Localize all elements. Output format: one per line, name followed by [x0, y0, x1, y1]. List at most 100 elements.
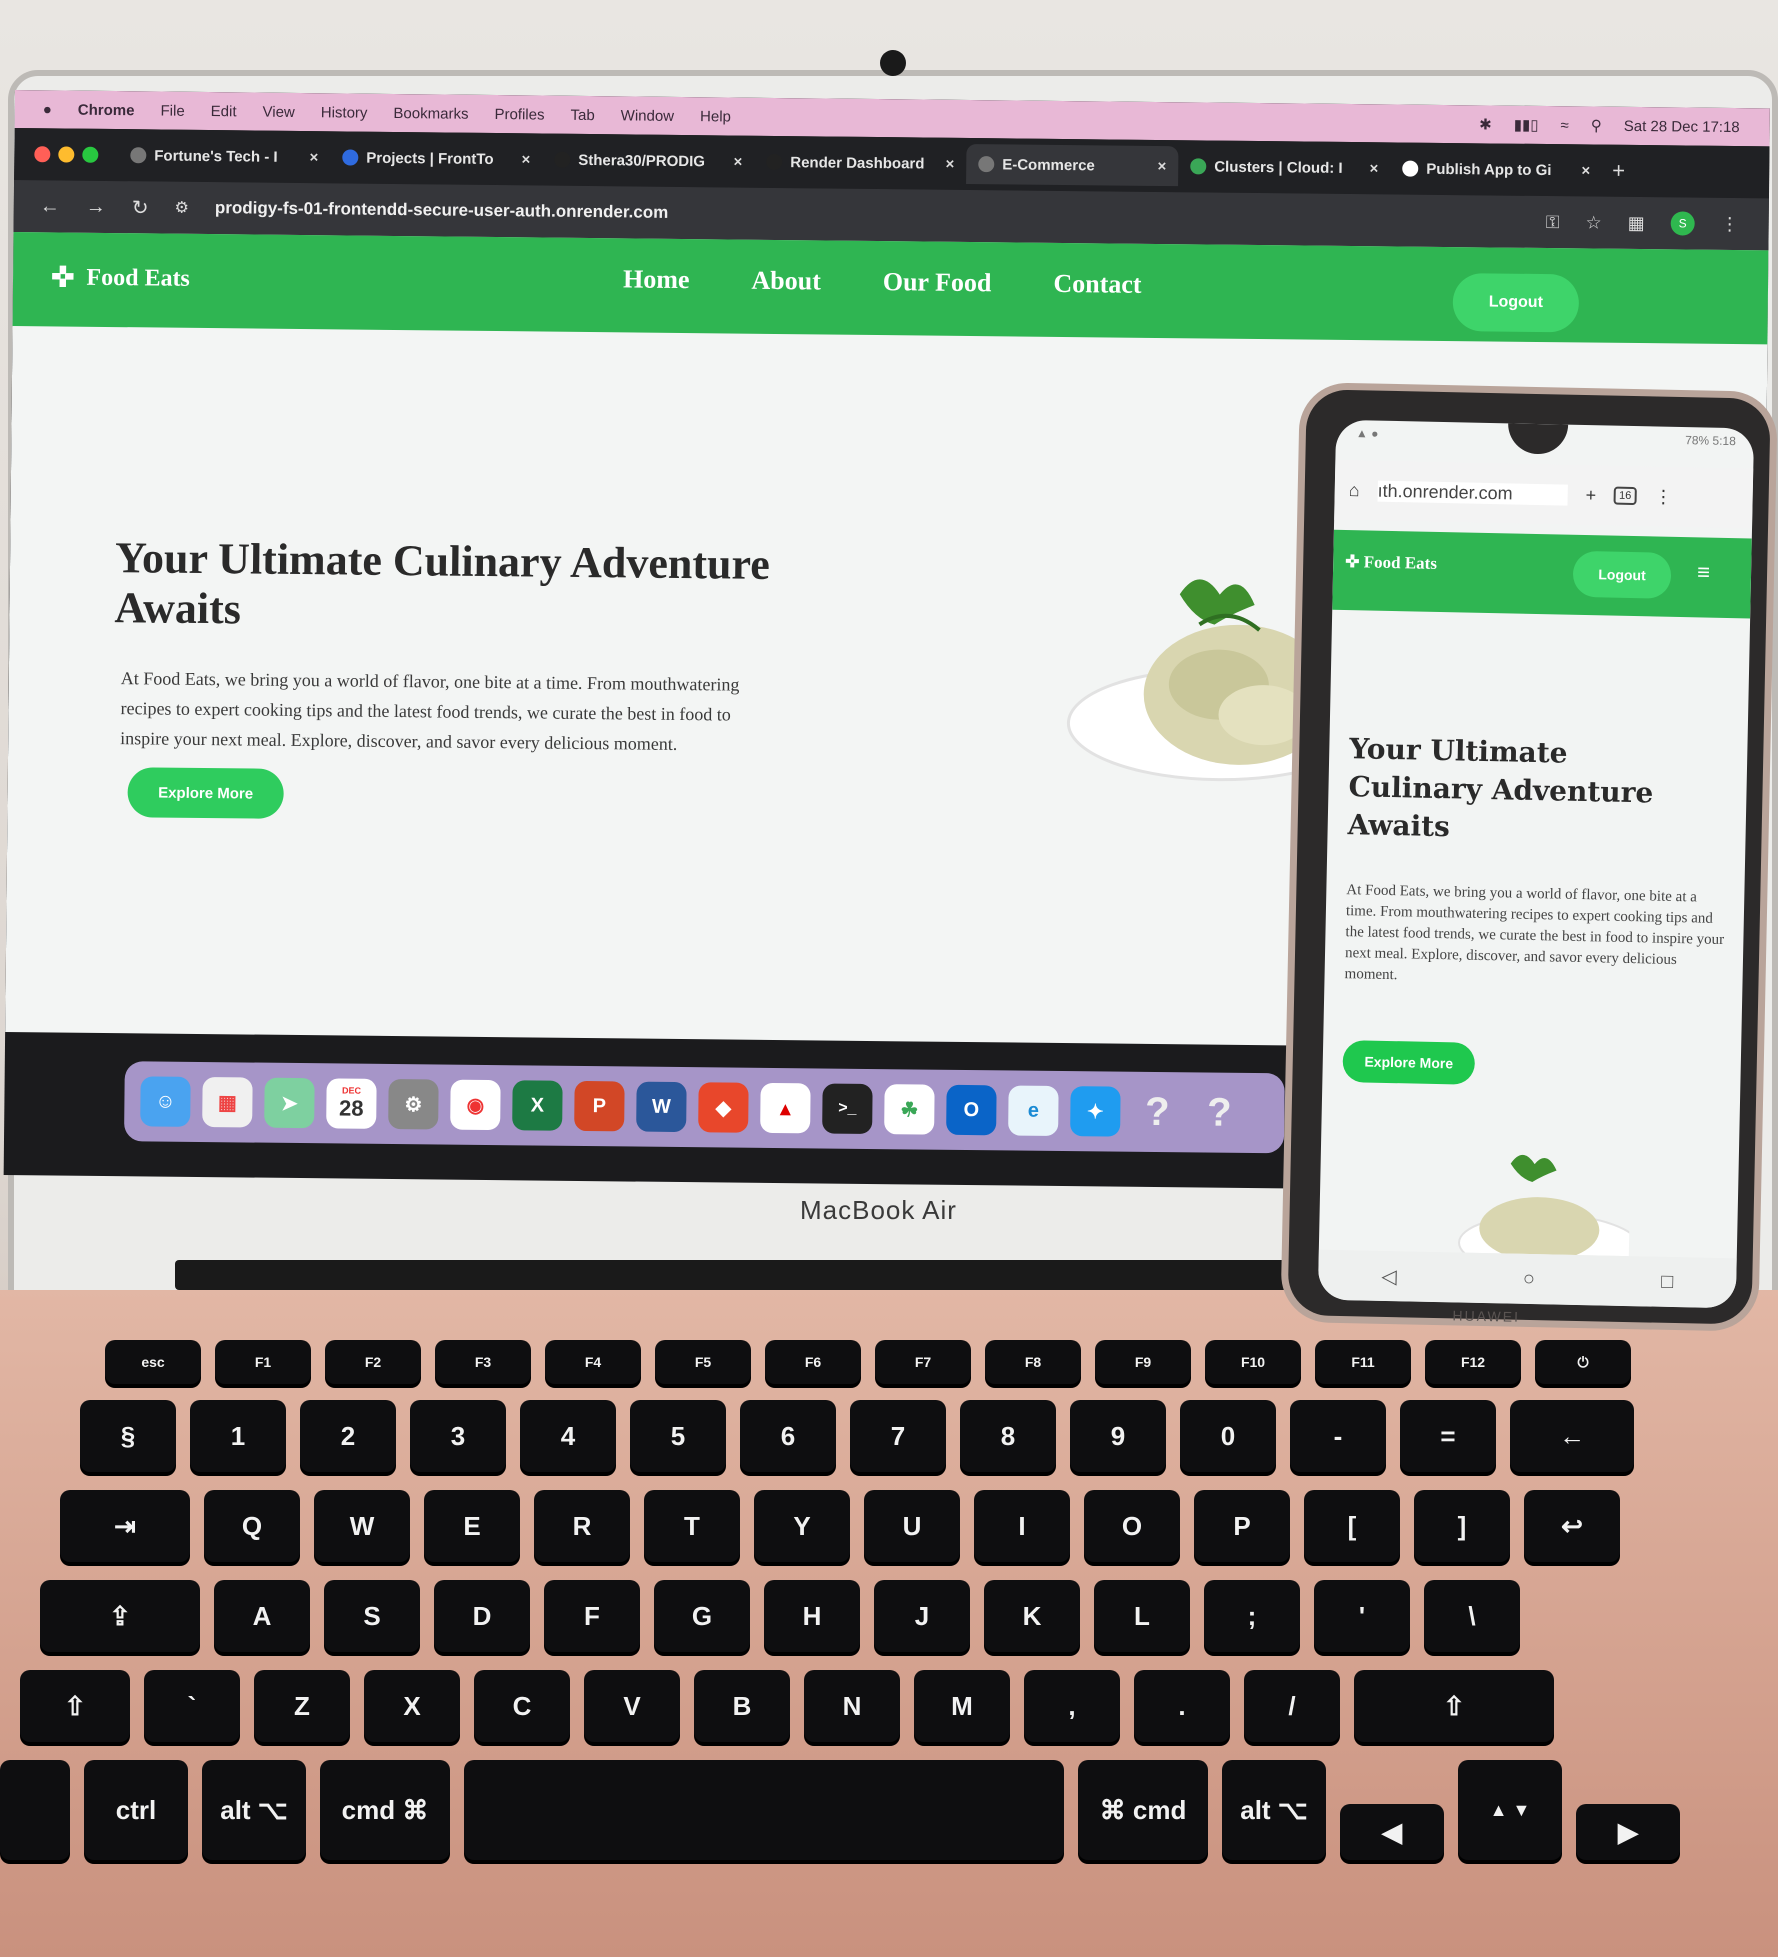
home-icon[interactable]: ⌂ [1349, 480, 1360, 501]
site-logo[interactable]: ✜ Food Eats [51, 260, 190, 295]
nav-about[interactable]: About [751, 266, 821, 297]
close-tab-icon[interactable]: × [945, 155, 954, 172]
new-tab-icon[interactable]: + [1612, 158, 1625, 184]
key[interactable]: O [1084, 1490, 1180, 1562]
key[interactable]: L [1094, 1580, 1190, 1652]
mongodb-compass-icon[interactable]: ☘ [884, 1084, 935, 1135]
spotlight-icon[interactable]: ⚲ [1591, 117, 1602, 135]
key[interactable]: I [974, 1490, 1070, 1562]
key[interactable]: E [424, 1490, 520, 1562]
key[interactable]: P [1194, 1490, 1290, 1562]
system-settings-icon[interactable]: ⚙ [388, 1078, 439, 1130]
ctrl-key[interactable]: ctrl [84, 1760, 188, 1860]
bookmark-star-icon[interactable]: ☆ [1585, 212, 1601, 233]
key[interactable]: § [80, 1400, 176, 1472]
key[interactable]: 8 [960, 1400, 1056, 1472]
menu-chrome[interactable]: Chrome [78, 101, 135, 119]
key[interactable]: 1 [190, 1400, 286, 1472]
key-icon[interactable]: ⚿ [1546, 212, 1560, 233]
key[interactable]: 4 [520, 1400, 616, 1472]
key[interactable]: T [644, 1490, 740, 1562]
key[interactable]: H [764, 1580, 860, 1652]
key[interactable]: V [584, 1670, 680, 1742]
close-tab-icon[interactable]: × [1157, 157, 1166, 174]
forward-icon[interactable]: → [86, 195, 106, 218]
key[interactable]: 0 [1180, 1400, 1276, 1472]
browser-tab[interactable]: Clusters | Cloud: I × [1178, 146, 1390, 188]
key[interactable]: - [1290, 1400, 1386, 1472]
key[interactable]: B [694, 1670, 790, 1742]
key[interactable]: F2 [325, 1340, 421, 1384]
key[interactable]: Z [254, 1670, 350, 1742]
key[interactable]: F10 [1205, 1340, 1301, 1384]
key[interactable]: U [864, 1490, 960, 1562]
extensions-icon[interactable]: ▦ [1628, 212, 1645, 233]
key[interactable]: F12 [1425, 1340, 1521, 1384]
key[interactable]: \ [1424, 1580, 1520, 1652]
key[interactable]: F5 [655, 1340, 751, 1384]
recents-square-icon[interactable]: □ [1661, 1270, 1674, 1293]
hamburger-menu-icon[interactable]: ≡ [1697, 559, 1710, 585]
browser-tab[interactable]: Fortune's Tech - I × [118, 135, 330, 177]
maps-icon[interactable]: ➤ [264, 1077, 315, 1129]
phone-logout-button[interactable]: Logout [1572, 550, 1672, 599]
browser-tab[interactable]: Sthera30/PRODIG × [542, 140, 754, 182]
key[interactable]: ' [1314, 1580, 1410, 1652]
key[interactable]: F7 [875, 1340, 971, 1384]
space-bar[interactable] [464, 1760, 1064, 1860]
menu-view[interactable]: View [262, 103, 294, 120]
key[interactable]: F3 [435, 1340, 531, 1384]
left-arrow-key[interactable]: ◀ [1340, 1804, 1444, 1860]
key[interactable]: F9 [1095, 1340, 1191, 1384]
right-arrow-key[interactable]: ▶ [1576, 1804, 1680, 1860]
finder-icon[interactable]: ☺ [140, 1076, 191, 1127]
key[interactable]: F6 [765, 1340, 861, 1384]
key[interactable]: , [1024, 1670, 1120, 1742]
browser-tab[interactable]: Projects | FrontTo × [330, 137, 542, 179]
key[interactable]: S [324, 1580, 420, 1652]
unknown-app-icon[interactable]: ? [1194, 1087, 1245, 1138]
key[interactable]: F [544, 1580, 640, 1652]
key[interactable]: G [654, 1580, 750, 1652]
left-alt-key[interactable]: alt ⌥ [202, 1760, 306, 1860]
key[interactable]: W [314, 1490, 410, 1562]
site-settings-icon[interactable]: ⚙ [174, 198, 189, 218]
key[interactable]: K [984, 1580, 1080, 1652]
menu-file[interactable]: File [160, 102, 184, 119]
reload-icon[interactable]: ↻ [132, 195, 149, 220]
key[interactable]: R [534, 1490, 630, 1562]
terminal-icon[interactable]: >_ [822, 1083, 873, 1135]
right-cmd-key[interactable]: ⌘ cmd [1078, 1760, 1208, 1860]
key[interactable]: . [1134, 1670, 1230, 1742]
key[interactable]: 2 [300, 1400, 396, 1472]
nav-home[interactable]: Home [623, 264, 690, 295]
menu-bookmarks[interactable]: Bookmarks [393, 104, 468, 122]
vscode-icon[interactable]: ✦ [1070, 1086, 1121, 1137]
tab-count-badge[interactable]: 16 [1613, 486, 1637, 506]
key[interactable]: F4 [545, 1340, 641, 1384]
profile-avatar[interactable]: S [1670, 211, 1695, 236]
nav-our-food[interactable]: Our Food [883, 267, 992, 298]
key[interactable]: Q [204, 1490, 300, 1562]
anydesk-icon[interactable]: ◆ [698, 1082, 749, 1133]
backspace-key[interactable]: ← [1510, 1400, 1634, 1472]
outlook-icon[interactable]: O [946, 1084, 997, 1136]
close-tab-icon[interactable]: × [733, 153, 742, 170]
power-key[interactable]: ⏻ [1535, 1340, 1631, 1384]
excel-icon[interactable]: X [512, 1080, 563, 1131]
bluetooth-icon[interactable]: ✱ [1479, 115, 1492, 133]
phone-explore-more-button[interactable]: Explore More [1342, 1040, 1476, 1085]
zoom-window-icon[interactable] [82, 146, 99, 163]
browser-tab-active[interactable]: E-Commerce × [966, 143, 1179, 187]
close-tab-icon[interactable]: × [309, 149, 318, 166]
key[interactable]: X [364, 1670, 460, 1742]
phone-url-field[interactable]: ıth.onrender.com [1377, 480, 1568, 506]
left-cmd-key[interactable]: cmd ⌘ [320, 1760, 450, 1860]
minimize-window-icon[interactable] [58, 146, 75, 163]
calendar-icon[interactable]: DEC 28 [326, 1078, 377, 1129]
key[interactable]: 9 [1070, 1400, 1166, 1472]
menu-tab[interactable]: Tab [570, 106, 594, 123]
browser-tab[interactable]: Publish App to Gi × [1390, 148, 1602, 190]
close-tab-icon[interactable]: × [1369, 160, 1378, 177]
close-tab-icon[interactable]: × [521, 151, 530, 168]
